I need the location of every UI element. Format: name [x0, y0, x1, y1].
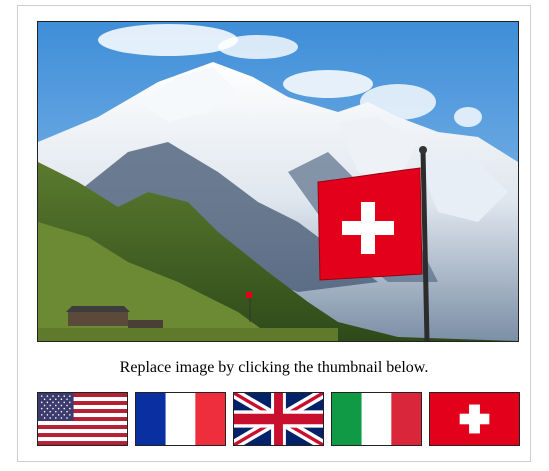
thumbnail-switzerland-flag[interactable]: [429, 392, 520, 446]
caption-text: Replace image by clicking the thumbnail …: [119, 359, 429, 376]
thumbnail-usa-flag[interactable]: [37, 392, 128, 446]
italy-flag-icon: [332, 393, 421, 445]
thumbnail-italy-flag[interactable]: [331, 392, 422, 446]
thumbnail-uk-flag[interactable]: [233, 392, 324, 446]
thumbnail-france-flag[interactable]: [135, 392, 226, 446]
swiss-alps-photo: [38, 22, 518, 341]
image-gallery-panel: Replace image by clicking the thumbnail …: [17, 5, 531, 462]
france-flag-icon: [136, 393, 225, 445]
main-image: [37, 21, 519, 342]
usa-flag-icon: [38, 393, 127, 445]
uk-flag-icon: [234, 393, 323, 445]
thumbnail-strip: [37, 392, 521, 448]
switzerland-flag-icon: [430, 393, 519, 445]
